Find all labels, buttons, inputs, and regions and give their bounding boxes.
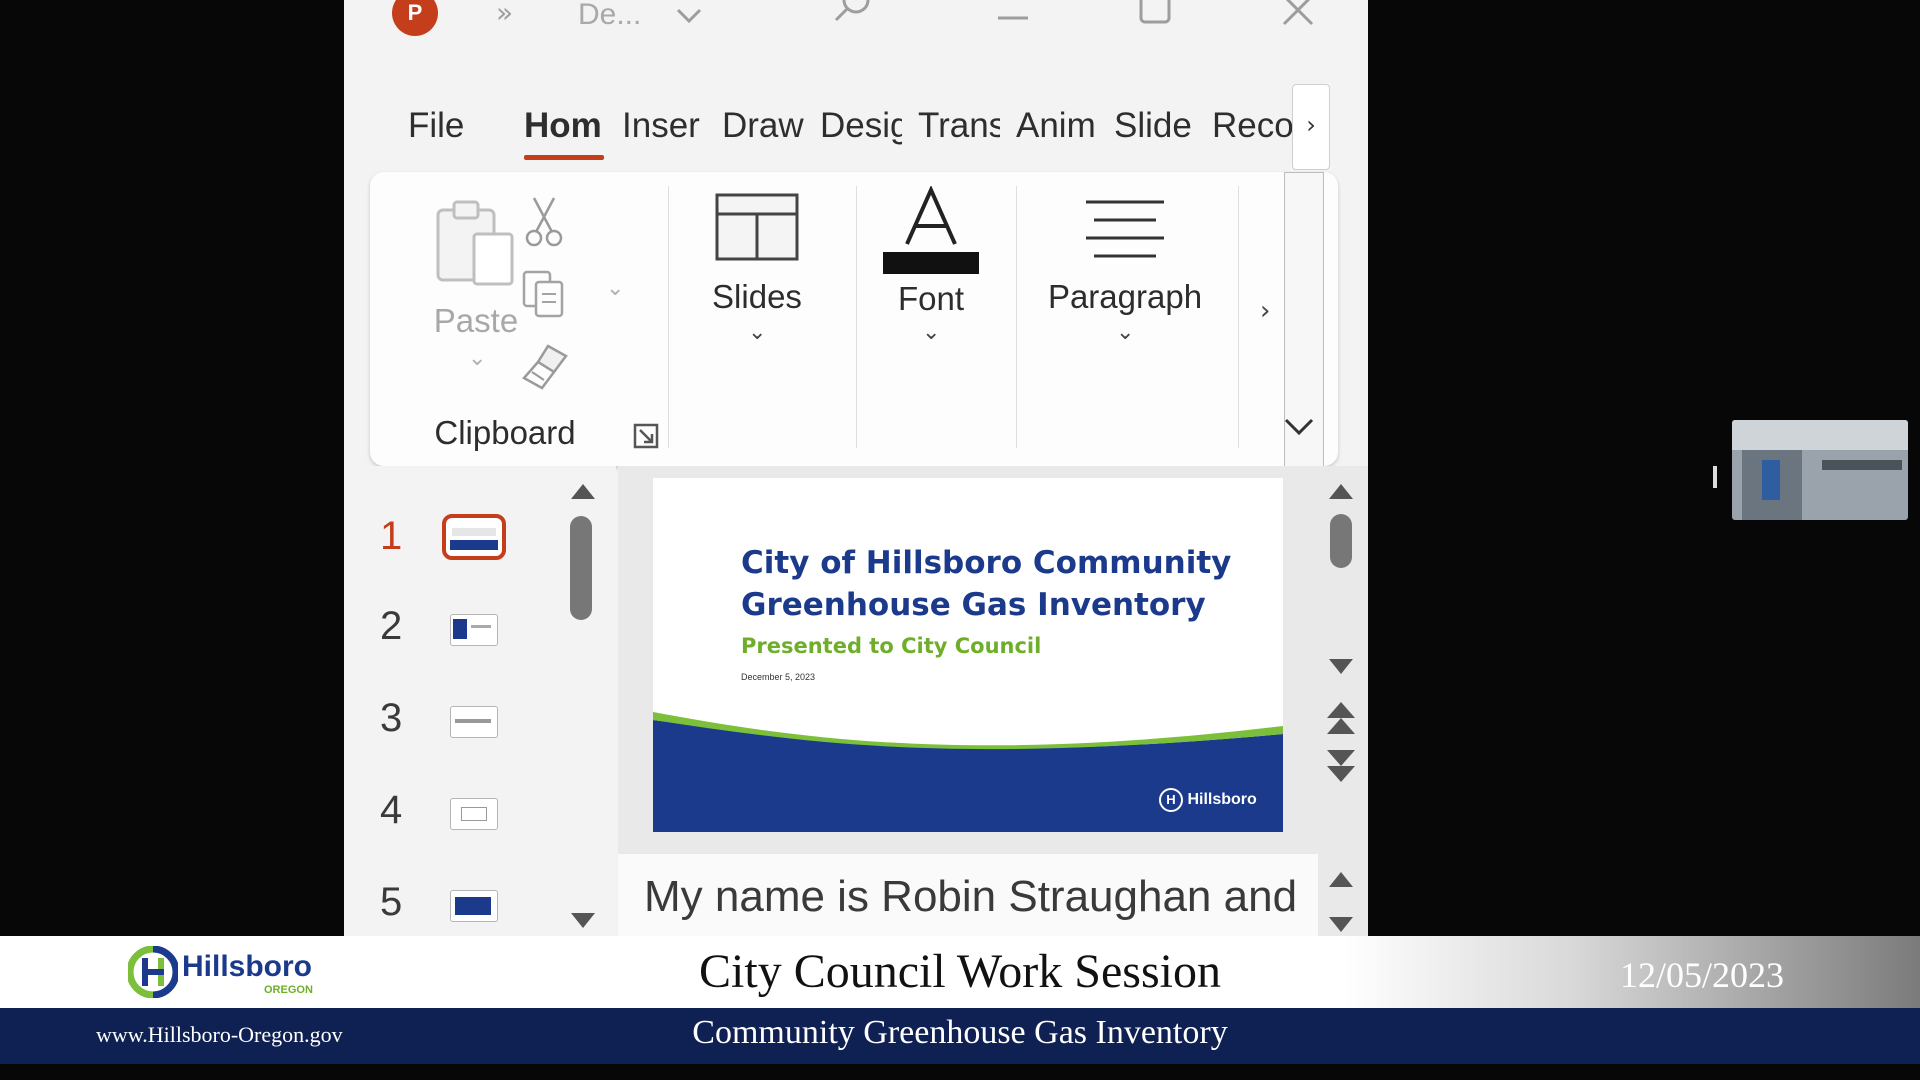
clipboard-dialog-launcher-icon[interactable] — [632, 422, 660, 450]
slide-logo: H Hillsboro — [1159, 788, 1257, 812]
paste-button[interactable]: Paste ⌄ — [426, 196, 526, 386]
ribbon-tabs: File Hom Inser Draw Desig Trans Anim Sli… — [344, 88, 1368, 168]
notes-scroll-down-icon[interactable] — [1326, 914, 1356, 936]
minimize-icon[interactable] — [996, 0, 1030, 36]
paste-label: Paste — [433, 302, 519, 339]
hillsboro-logo-icon — [128, 946, 178, 998]
tab-slide-show[interactable]: Slide — [1114, 106, 1196, 146]
title-bar: P » De... — [344, 0, 1368, 40]
thumbs-scroll-up-icon[interactable] — [568, 480, 598, 502]
meeting-title: City Council Work Session — [699, 945, 1221, 998]
tab-record[interactable]: Reco — [1212, 106, 1294, 146]
editor-scrollbar-thumb[interactable] — [1330, 514, 1352, 568]
thumbnail-number: 1 — [380, 514, 403, 558]
slide-subtitle: Presented to City Council — [741, 634, 1042, 658]
tab-animations[interactable]: Anim — [1016, 106, 1098, 146]
slide-thumbnail-1[interactable] — [442, 514, 506, 560]
speaker-notes[interactable]: My name is Robin Straughan and — [618, 854, 1318, 936]
hillsboro-logo-sub: OREGON — [264, 984, 313, 996]
paste-icon — [436, 200, 514, 286]
close-icon[interactable] — [1278, 0, 1318, 38]
paragraph-label: Paragraph — [1047, 278, 1203, 315]
font-label: Font — [897, 280, 965, 317]
slide-layout-icon — [715, 193, 799, 261]
ribbon-collapse-icon[interactable] — [1282, 416, 1316, 438]
speaker-notes-text: My name is Robin Straughan and — [644, 872, 1298, 921]
slide-thumbnail-5[interactable] — [450, 890, 498, 922]
hillsboro-logo-text: Hillsboro — [182, 950, 313, 983]
cut-icon[interactable] — [524, 196, 564, 248]
powerpoint-window: P » De... File Hom Inser Draw Desig Tran… — [344, 0, 1368, 936]
camera-cursor-marker — [1713, 466, 1717, 488]
tab-design[interactable]: Desig — [820, 106, 902, 146]
slide-title-line2: Greenhouse Gas Inventory — [741, 587, 1206, 623]
camera-feed-thumbnail — [1732, 420, 1908, 520]
hillsboro-h-icon: H — [1159, 788, 1183, 812]
slide-thumbnail-pane: 1 2 3 4 5 — [344, 466, 616, 936]
website-url: www.Hillsboro-Oregon.gov — [96, 1022, 343, 1047]
broadcast-subbanner: www.Hillsboro-Oregon.gov Community Green… — [0, 1008, 1920, 1064]
copy-icon[interactable] — [520, 268, 570, 320]
slide-thumbnail-2[interactable] — [450, 614, 498, 646]
ribbon-more-icon[interactable]: › — [1260, 296, 1270, 326]
tab-transitions[interactable]: Trans — [918, 106, 1000, 146]
tab-draw[interactable]: Draw — [722, 106, 804, 146]
overflow-chevrons-icon[interactable]: » — [496, 0, 513, 29]
thumbnail-number: 4 — [380, 788, 403, 832]
paragraph-button[interactable]: Paragraph ⌄ — [1030, 192, 1220, 372]
tabs-scroll-right-button[interactable]: › — [1292, 84, 1330, 170]
ribbon-separator — [1238, 186, 1239, 448]
slides-dropdown-icon[interactable]: ⌄ — [748, 320, 766, 345]
previous-slide-icon[interactable] — [1324, 696, 1358, 736]
notes-scroll-up-icon[interactable] — [1326, 868, 1356, 890]
slides-label: Slides — [712, 278, 802, 315]
tab-insert[interactable]: Inser — [622, 106, 704, 146]
current-slide[interactable]: City of Hillsboro Community Greenhouse G… — [653, 478, 1283, 832]
paste-dropdown-icon[interactable]: ⌄ — [468, 346, 486, 371]
editor-scroll-up-icon[interactable] — [1326, 480, 1356, 502]
meeting-date: 12/05/2023 — [1620, 955, 1785, 995]
ribbon-separator — [668, 186, 669, 448]
ribbon-separator — [1016, 186, 1017, 448]
editor-scroll-down-icon[interactable] — [1326, 656, 1356, 678]
slides-button[interactable]: Slides ⌄ — [690, 192, 824, 372]
slide-title-line1: City of Hillsboro Community — [741, 545, 1232, 581]
ribbon-home: Paste ⌄ ⌄ Clipboard Slides ⌄ Font ⌄ Para… — [370, 172, 1338, 468]
copy-dropdown-icon[interactable]: ⌄ — [606, 276, 624, 301]
document-title[interactable]: De... — [578, 0, 641, 32]
ribbon-separator — [856, 186, 857, 448]
slide-title: City of Hillsboro Community Greenhouse G… — [741, 542, 1231, 626]
thumbs-scrollbar-thumb[interactable] — [570, 516, 592, 620]
paragraph-dropdown-icon[interactable]: ⌄ — [1116, 320, 1134, 345]
meeting-subtitle: Community Greenhouse Gas Inventory — [692, 1014, 1228, 1051]
title-dropdown-icon[interactable] — [674, 0, 704, 34]
font-color-icon — [883, 186, 979, 274]
slide-thumbnail-3[interactable] — [450, 706, 498, 738]
tab-home[interactable]: Hom — [524, 106, 604, 160]
broadcast-banner: Hillsboro OREGON City Council Work Sessi… — [0, 936, 1920, 1008]
search-icon[interactable] — [830, 0, 874, 34]
format-painter-icon[interactable] — [518, 342, 570, 392]
slide-logo-text: Hillsboro — [1187, 791, 1257, 809]
thumbnail-number: 3 — [380, 696, 403, 740]
paragraph-align-icon — [1086, 200, 1164, 258]
maximize-icon[interactable] — [1138, 0, 1172, 36]
powerpoint-app-icon: P — [392, 0, 438, 36]
font-button[interactable]: Font ⌄ — [864, 186, 998, 376]
font-dropdown-icon[interactable]: ⌄ — [922, 320, 940, 345]
clipboard-group-label: Clipboard — [434, 414, 576, 451]
tab-file[interactable]: File — [408, 106, 472, 146]
thumbnail-number: 5 — [380, 880, 403, 924]
next-slide-icon[interactable] — [1324, 748, 1358, 788]
slide-thumbnail-4[interactable] — [450, 798, 498, 830]
thumbnail-number: 2 — [380, 604, 403, 648]
thumbs-scroll-down-icon[interactable] — [568, 910, 598, 932]
